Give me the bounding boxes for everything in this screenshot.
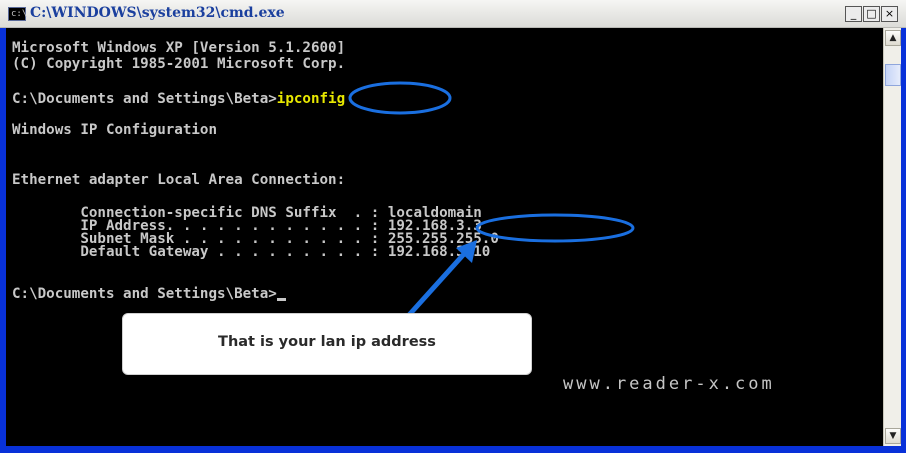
text-cursor xyxy=(276,298,286,301)
minimize-button[interactable]: _ xyxy=(845,6,862,22)
console-line: (C) Copyright 1985-2001 Microsoft Corp. xyxy=(12,56,346,72)
prompt: C:\Documents and Settings\Beta> xyxy=(12,91,277,107)
maximize-button[interactable]: □ xyxy=(863,6,880,22)
callout-box: That is your lan ip address xyxy=(122,313,532,375)
close-button[interactable]: × xyxy=(881,6,898,22)
prompt-line: C:\Documents and Settings\Beta> xyxy=(12,285,286,303)
prompt: C:\Documents and Settings\Beta> xyxy=(12,286,277,302)
console-icon: c:\ xyxy=(8,7,28,21)
watermark: www.reader-x.com xyxy=(563,374,775,394)
command-text: ipconfig xyxy=(276,91,346,107)
scroll-up-icon[interactable]: ▲ xyxy=(885,30,901,46)
command-line: C:\Documents and Settings\Beta>ipconfig xyxy=(12,90,345,108)
callout-text: That is your lan ip address xyxy=(218,334,436,350)
window-title: C:\WINDOWS\system32\cmd.exe xyxy=(30,5,285,21)
vertical-scrollbar[interactable]: ▲ ▼ xyxy=(883,28,901,446)
title-bar[interactable]: c:\ C:\WINDOWS\system32\cmd.exe _ □ × xyxy=(0,0,906,28)
console-icon-label: c:\ xyxy=(11,9,28,19)
window-border xyxy=(0,446,906,453)
scroll-thumb[interactable] xyxy=(885,64,901,86)
console-line: Ethernet adapter Local Area Connection: xyxy=(12,172,346,188)
console-line: Default Gateway . . . . . . . . . : 192.… xyxy=(12,244,491,260)
scroll-down-icon[interactable]: ▼ xyxy=(885,428,901,444)
console-line: Windows IP Configuration xyxy=(12,122,217,138)
